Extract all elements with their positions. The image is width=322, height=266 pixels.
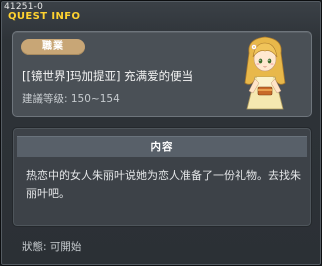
quest-description: 热恋中的女人朱丽叶说她为恋人准备了一份礼物。去找朱丽叶吧。: [26, 169, 301, 200]
quest-info-window: 41251-0 QUEST INFO 職業 [[镜世界]玛加提亚] 充满爱的便当…: [0, 0, 322, 266]
job-badge: 職業: [21, 39, 85, 55]
quest-info-panel: 職業 [[镜世界]玛加提亚] 充满爱的便当 建議等级: 150~154: [12, 31, 312, 117]
quest-status: 狀態: 可開始: [22, 241, 82, 253]
window-title: QUEST INFO: [8, 11, 81, 22]
level-requirement: 建議等级: 150~154: [22, 93, 120, 105]
content-header: 内容: [17, 136, 307, 157]
content-panel: 内容 热恋中的女人朱丽叶说她为恋人准备了一份礼物。去找朱丽叶吧。: [12, 127, 312, 227]
quest-name: [[镜世界]玛加提亚] 充满爱的便当: [22, 69, 194, 83]
npc-portrait-icon: [244, 36, 286, 110]
